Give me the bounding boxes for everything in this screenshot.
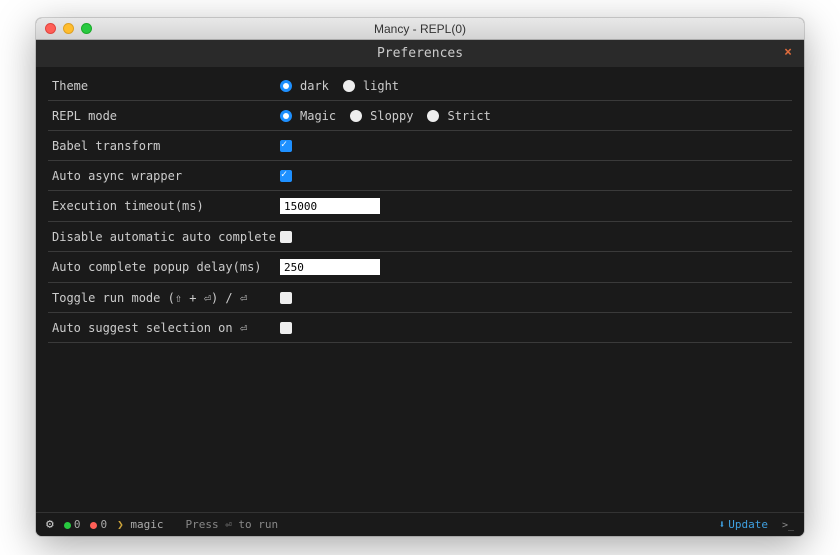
row-popup-delay: Auto complete popup delay(ms) (48, 252, 792, 283)
checkbox-toggle-run[interactable] (280, 292, 292, 304)
checkbox-async-wrapper[interactable] (280, 170, 292, 182)
titlebar: Mancy - REPL(0) (36, 18, 804, 40)
tag-icon: ❯ (117, 518, 124, 531)
label-disable-autocomplete: Disable automatic auto complete (52, 230, 280, 244)
preferences-header: Preferences × (36, 40, 804, 67)
radio-repl-magic[interactable] (280, 110, 292, 122)
close-icon[interactable]: × (784, 45, 792, 60)
label-popup-delay: Auto complete popup delay(ms) (52, 260, 280, 274)
row-disable-autocomplete: Disable automatic auto complete (48, 222, 792, 252)
radio-theme-dark[interactable] (280, 80, 292, 92)
status-mode: ❯ magic (117, 518, 163, 531)
radio-theme-light[interactable] (343, 80, 355, 92)
preferences-body: Theme dark light REPL mode Magic Sloppy … (36, 67, 804, 512)
label-timeout: Execution timeout(ms) (52, 199, 280, 213)
label-theme: Theme (52, 79, 280, 93)
radio-repl-strict[interactable] (427, 110, 439, 122)
row-babel: Babel transform (48, 131, 792, 161)
row-auto-suggest: Auto suggest selection on ⏎ (48, 313, 792, 343)
status-bar: 0 0 ❯ magic Press ⏎ to run Update (36, 512, 804, 536)
label-repl-mode: REPL mode (52, 109, 280, 123)
radio-repl-sloppy[interactable] (350, 110, 362, 122)
checkbox-auto-suggest[interactable] (280, 322, 292, 334)
terminal-icon[interactable] (774, 518, 794, 531)
download-icon (719, 518, 729, 531)
input-popup-delay[interactable] (280, 259, 380, 275)
status-pass: 0 (64, 518, 81, 531)
option-label-strict: Strict (447, 109, 490, 123)
red-dot-icon (90, 522, 97, 529)
option-label-magic: Magic (300, 109, 336, 123)
label-async-wrapper: Auto async wrapper (52, 169, 280, 183)
label-toggle-run: Toggle run mode (⇧ + ⏎) / ⏎ (52, 291, 280, 305)
option-label-sloppy: Sloppy (370, 109, 413, 123)
green-dot-icon (64, 522, 71, 529)
checkbox-babel[interactable] (280, 140, 292, 152)
status-hint: Press ⏎ to run (185, 518, 278, 531)
gear-icon[interactable] (46, 517, 54, 532)
app-window: Mancy - REPL(0) Preferences × Theme dark… (36, 18, 804, 536)
row-toggle-run: Toggle run mode (⇧ + ⏎) / ⏎ (48, 283, 792, 313)
label-auto-suggest: Auto suggest selection on ⏎ (52, 321, 280, 335)
option-label-dark: dark (300, 79, 329, 93)
row-timeout: Execution timeout(ms) (48, 191, 792, 222)
label-babel: Babel transform (52, 139, 280, 153)
row-repl-mode: REPL mode Magic Sloppy Strict (48, 101, 792, 131)
status-fail: 0 (90, 518, 107, 531)
checkbox-disable-autocomplete[interactable] (280, 231, 292, 243)
row-async-wrapper: Auto async wrapper (48, 161, 792, 191)
update-link[interactable]: Update (719, 518, 768, 531)
option-label-light: light (363, 79, 399, 93)
window-title: Mancy - REPL(0) (36, 22, 804, 36)
preferences-title: Preferences (377, 46, 463, 61)
input-timeout[interactable] (280, 198, 380, 214)
row-theme: Theme dark light (48, 71, 792, 101)
